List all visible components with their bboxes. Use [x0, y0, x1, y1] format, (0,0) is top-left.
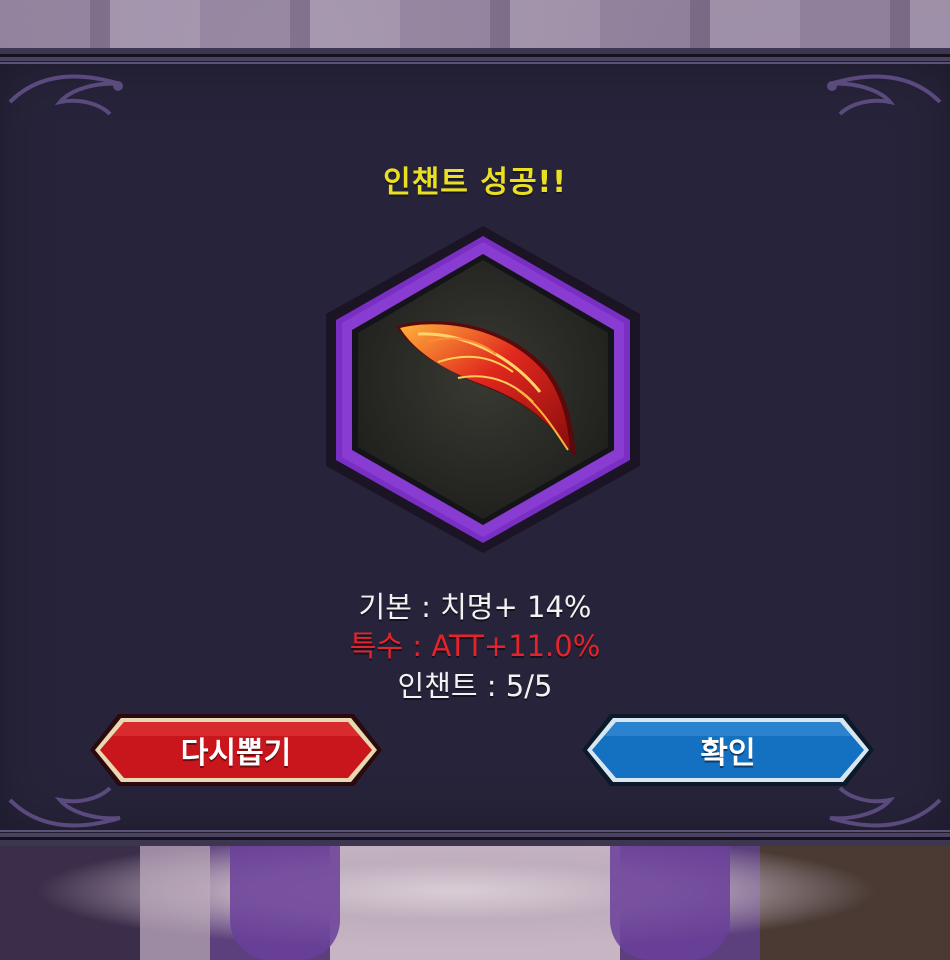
special-stat-text: 특수 : ATT+11.0% [349, 629, 601, 663]
ornament-bottom-right-icon [829, 786, 942, 828]
base-stat-text: 기본 : 치명+ 14% [358, 590, 592, 624]
item-slot [318, 222, 648, 557]
ornament-bottom-left-icon [8, 786, 121, 828]
background-character [0, 845, 950, 960]
enchant-level-text: 인챈트 : 5/5 [397, 669, 553, 703]
redraw-button-label: 다시뽑기 [180, 736, 292, 771]
background-character-hair-right [610, 845, 730, 960]
redraw-button[interactable]: 다시뽑기 [88, 712, 384, 788]
ornament-top-right-icon [827, 74, 942, 116]
confirm-button[interactable]: 확인 [580, 712, 876, 788]
confirm-button-label: 확인 [700, 736, 756, 771]
ornament-top-left-icon [8, 74, 123, 116]
background-scenery-top [0, 0, 950, 55]
game-screen: 인챈트 성공!! 기본: 치명+ 14% 특수: ATT+11.0% 인챈트… [0, 0, 950, 960]
background-character-hair-left [230, 845, 340, 960]
hexagon-frame-icon [326, 226, 640, 553]
dialog-title: 인챈트 성공!! [383, 165, 567, 200]
